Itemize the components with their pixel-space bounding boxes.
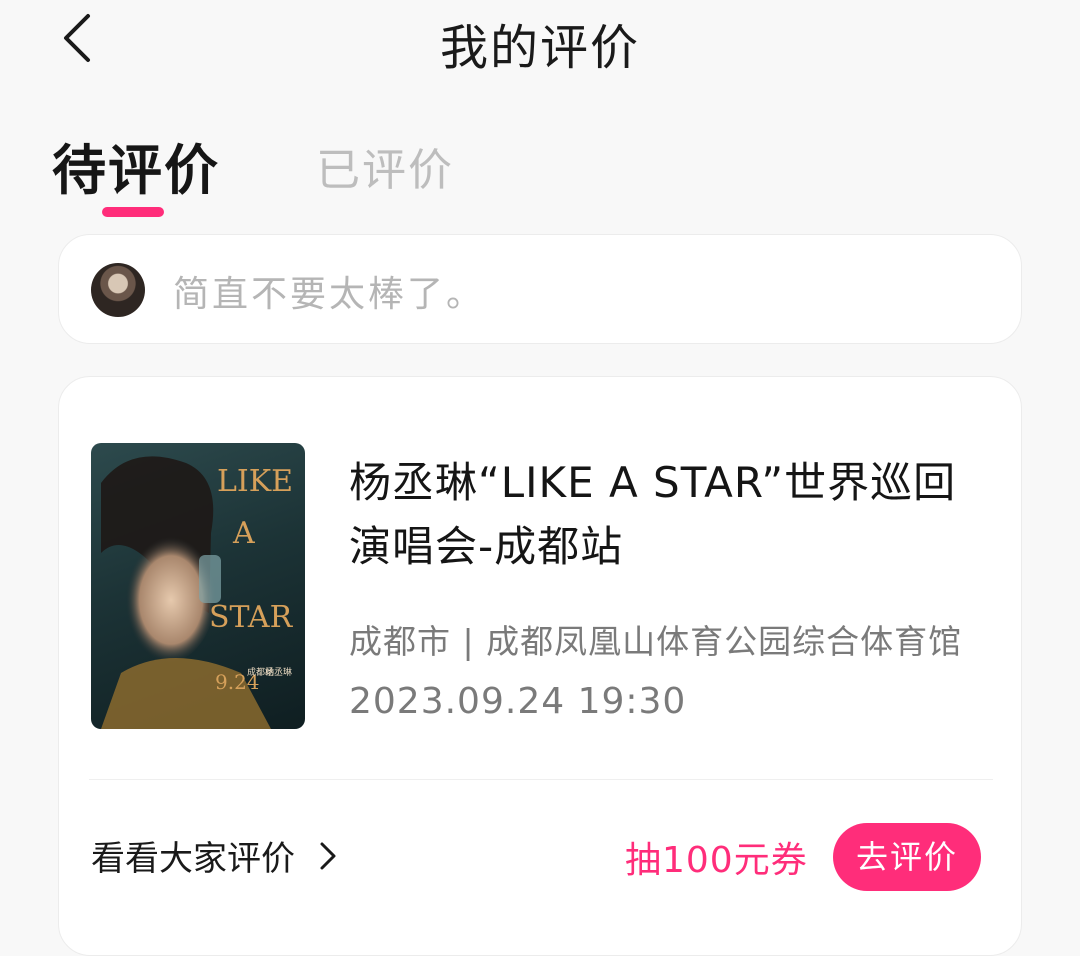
poster-text-name: 杨丞琳 <box>265 666 292 678</box>
review-prompt-card[interactable]: 简直不要太棒了。 <box>58 234 1022 344</box>
event-datetime: 2023.09.24 19:30 <box>349 681 687 722</box>
page-title: 我的评价 <box>439 20 640 76</box>
event-venue: 成都市 | 成都凤凰山体育公园综合体育馆 <box>349 622 963 661</box>
tab-reviewed[interactable]: 已评价 <box>316 134 454 198</box>
event-title[interactable]: 杨丞琳“LIKE A STAR”世界巡回演唱会-成都站 <box>349 451 989 579</box>
order-card: LIKE A STAR 9.24 成都站 杨丞琳 杨丞琳“LIKE A STAR… <box>58 376 1022 956</box>
see-all-reviews-link[interactable]: 看看大家评价 <box>91 831 337 880</box>
see-all-reviews-label: 看看大家评价 <box>91 839 295 879</box>
event-poster-image[interactable]: LIKE A STAR 9.24 成都站 杨丞琳 <box>91 443 305 729</box>
poster-text-like: LIKE <box>217 464 293 499</box>
poster-text-star: STAR <box>209 600 294 635</box>
poster-text-a: A <box>232 516 255 551</box>
chevron-right-icon <box>320 842 336 869</box>
active-tab-indicator <box>102 207 164 217</box>
avatar <box>91 263 145 317</box>
review-prompt-text: 简直不要太棒了。 <box>173 274 486 315</box>
top-bar: 我的评价 <box>0 0 1080 80</box>
write-review-button[interactable]: 去评价 <box>833 823 981 891</box>
tab-pending-review[interactable]: 待评价 <box>52 126 220 205</box>
divider <box>89 779 993 780</box>
coupon-promo-text: 抽100元券 <box>625 840 808 881</box>
